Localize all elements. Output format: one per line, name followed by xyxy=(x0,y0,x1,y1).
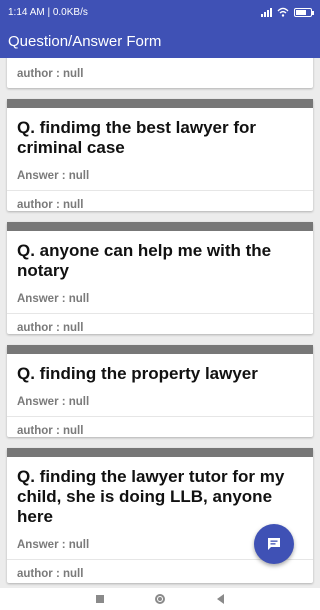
signal-icon xyxy=(261,7,272,17)
card-question: Q. anyone can help me with the notary xyxy=(17,241,272,280)
card-answer: Answer : null xyxy=(17,396,90,408)
status-bar: 1:14 AM | 0.0KB/s xyxy=(0,0,320,24)
status-icons xyxy=(261,7,314,17)
card-question: Q. finding the property lawyer xyxy=(17,364,258,383)
back-icon[interactable] xyxy=(217,594,225,604)
question-card[interactable]: Q. findimg the best lawyer for criminal … xyxy=(7,99,313,211)
app-bar: Question/Answer Form xyxy=(0,24,320,58)
card-author: author : null xyxy=(17,199,84,211)
card-author: author : null xyxy=(17,322,84,334)
card-divider xyxy=(7,313,313,314)
question-card-partial[interactable]: author : null xyxy=(7,58,313,88)
card-author: author : null xyxy=(17,568,84,580)
card-author: author : null xyxy=(17,425,84,437)
app-title: Question/Answer Form xyxy=(8,32,162,50)
card-header-bar xyxy=(7,222,313,231)
card-author: author : null xyxy=(17,68,84,80)
question-card[interactable]: Q. finding the property lawyer Answer : … xyxy=(7,345,313,437)
card-divider xyxy=(7,190,313,191)
recent-apps-icon[interactable] xyxy=(95,595,104,603)
question-list[interactable]: author : null Q. findimg the best lawyer… xyxy=(0,58,320,588)
status-time: 1:14 AM | 0.0KB/s xyxy=(8,6,88,18)
card-header-bar xyxy=(7,448,313,457)
home-icon[interactable] xyxy=(155,594,166,604)
card-divider xyxy=(7,416,313,417)
system-nav-bar xyxy=(0,588,320,610)
chat-fab-button[interactable] xyxy=(254,524,294,564)
battery-icon xyxy=(294,7,314,17)
card-question: Q. findimg the best lawyer for criminal … xyxy=(17,118,256,157)
wifi-icon xyxy=(277,7,289,17)
card-answer: Answer : null xyxy=(17,293,90,305)
question-card[interactable]: Q. anyone can help me with the notary An… xyxy=(7,222,313,334)
chat-icon xyxy=(268,538,280,550)
card-question: Q. finding the lawyer tutor for my child… xyxy=(17,467,285,526)
card-header-bar xyxy=(7,99,313,108)
card-header-bar xyxy=(7,345,313,354)
card-answer: Answer : null xyxy=(17,170,90,182)
